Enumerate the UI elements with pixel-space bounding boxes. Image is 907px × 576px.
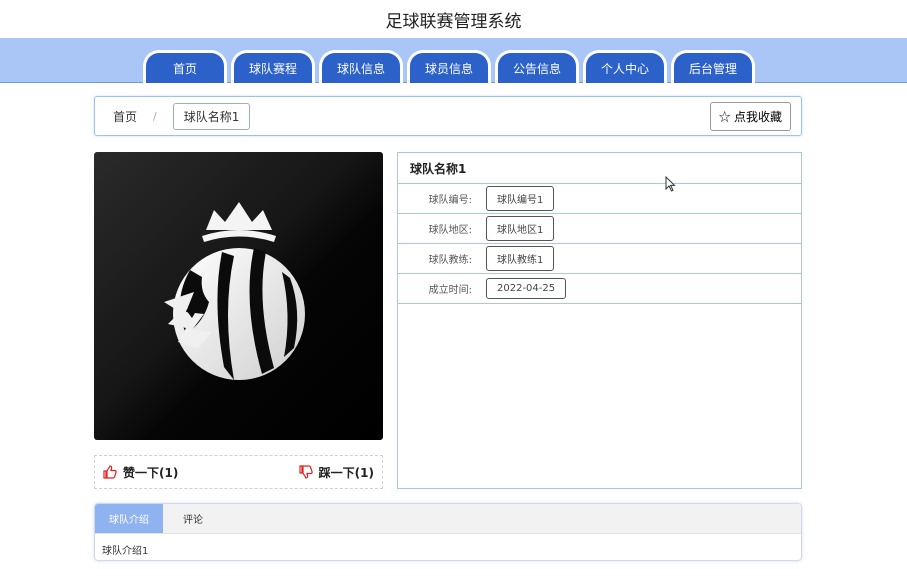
detail-tab-bar: 球队介绍 评论 [95, 504, 801, 534]
mouse-cursor-icon [665, 176, 676, 192]
site-title: 足球联赛管理系统 [385, 11, 522, 32]
thumbs-down-icon [299, 465, 313, 479]
lion-crest-icon [164, 202, 305, 380]
tab-team-intro[interactable]: 球队介绍 [95, 504, 163, 533]
nav-tab-team-info[interactable]: 球队信息 [319, 50, 403, 83]
nav-tab-announcements[interactable]: 公告信息 [495, 50, 579, 83]
field-value: 球队地区1 [486, 216, 555, 241]
main-nav: 首页 球队赛程 球队信息 球员信息 公告信息 个人中心 后台管理 [0, 38, 907, 83]
team-name-heading: 球队名称1 [398, 153, 801, 184]
team-intro-content: 球队介绍1 [102, 546, 149, 557]
field-label: 球队教练: [428, 255, 472, 266]
field-label: 成立时间: [428, 285, 472, 296]
field-value: 2022-04-25 [486, 278, 567, 299]
breadcrumb-separator: / [153, 109, 157, 123]
tab-comments[interactable]: 评论 [169, 504, 217, 533]
breadcrumb-current: 球队名称1 [172, 102, 251, 130]
nav-tab-player-info[interactable]: 球员信息 [407, 50, 491, 83]
team-info-panel: 球队名称1 球队编号: 球队编号1 球队地区: 球队地区1 球队教练: 球队教练… [397, 152, 802, 489]
breadcrumb-home-link[interactable]: 首页 [113, 108, 137, 125]
nav-tab-home[interactable]: 首页 [143, 50, 227, 83]
breadcrumb: 首页 / 球队名称1 ☆ 点我收藏 [94, 96, 802, 136]
favorite-button[interactable]: ☆ 点我收藏 [709, 101, 791, 131]
nav-tab-schedule[interactable]: 球队赛程 [231, 50, 315, 83]
field-label: 球队地区: [428, 225, 472, 236]
thumbs-up-icon [103, 465, 117, 479]
dislike-button[interactable]: 踩一下(1) [299, 464, 374, 481]
header-bar: 足球联赛管理系统 [0, 0, 907, 38]
info-row-founded-date: 成立时间: 2022-04-25 [398, 274, 801, 304]
info-row-team-coach: 球队教练: 球队教练1 [398, 244, 801, 274]
team-logo-image [94, 152, 383, 440]
nav-tab-admin[interactable]: 后台管理 [671, 50, 755, 83]
nav-tabs: 首页 球队赛程 球队信息 球员信息 公告信息 个人中心 后台管理 [143, 50, 755, 83]
vote-bar: 赞一下(1) 踩一下(1) [94, 455, 383, 489]
field-value: 球队编号1 [486, 186, 555, 211]
field-label: 球队编号: [428, 195, 472, 206]
nav-tab-profile[interactable]: 个人中心 [583, 50, 667, 83]
info-row-team-id: 球队编号: 球队编号1 [398, 184, 801, 214]
detail-tabs-panel: 球队介绍 评论 球队介绍1 [94, 503, 802, 561]
info-row-team-region: 球队地区: 球队地区1 [398, 214, 801, 244]
like-button[interactable]: 赞一下(1) [103, 464, 178, 481]
field-value: 球队教练1 [486, 246, 555, 271]
dislike-label: 踩一下(1) [318, 465, 374, 480]
like-label: 赞一下(1) [123, 465, 179, 480]
